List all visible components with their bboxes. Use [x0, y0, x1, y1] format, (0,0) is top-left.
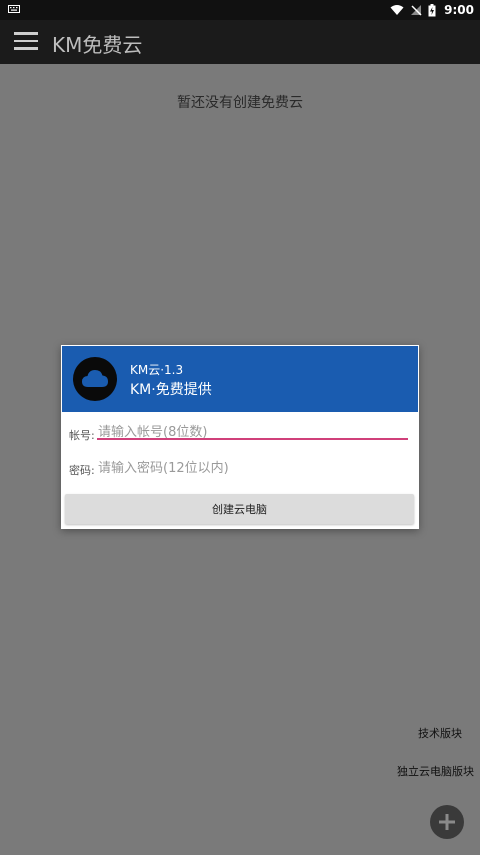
app-toolbar: KM免费云 [0, 20, 480, 64]
account-label: 帐号: [69, 429, 95, 442]
dialog-title: KM云·1.3 [130, 363, 184, 377]
create-cloud-pc-button[interactable]: 创建云电脑 [65, 494, 414, 524]
tech-section-link[interactable]: 技术版块 [418, 725, 462, 741]
status-bar: 9:00 [0, 0, 480, 20]
dialog-subtitle: KM·免费提供 [130, 382, 212, 398]
empty-state-message: 暂还没有创建免费云 [177, 95, 303, 111]
dialog-header: KM云·1.3 KM·免费提供 [62, 346, 418, 412]
app-title: KM免费云 [52, 33, 143, 57]
no-signal-icon [411, 5, 422, 16]
add-button[interactable] [430, 805, 464, 839]
standalone-cloud-pc-section-link[interactable]: 独立云电脑版块 [397, 763, 474, 779]
account-input-underline [97, 438, 408, 440]
create-cloud-dialog: KM云·1.3 KM·免费提供 帐号: 密码: 创建云电脑 [61, 345, 419, 529]
keyboard-icon [8, 5, 20, 13]
password-label: 密码: [69, 464, 95, 477]
cloud-icon [82, 370, 108, 387]
cloud-logo [73, 357, 117, 401]
plus-icon [439, 814, 455, 830]
password-input[interactable] [98, 458, 398, 478]
hamburger-menu-icon[interactable] [14, 32, 38, 52]
battery-charging-icon [428, 3, 436, 16]
wifi-icon [390, 5, 404, 15]
status-time: 9:00 [444, 3, 474, 17]
